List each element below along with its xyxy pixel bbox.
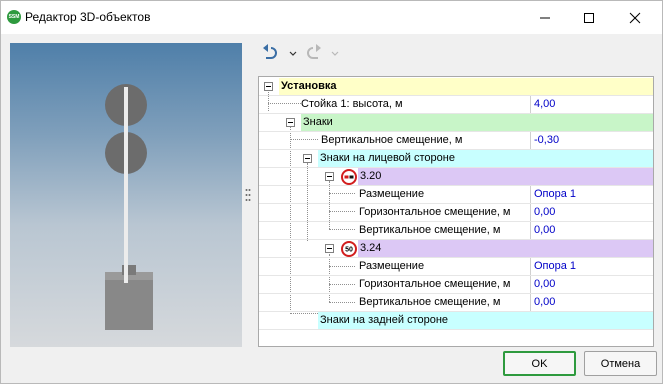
no-overtaking-sign-icon bbox=[341, 169, 357, 185]
minimize-button[interactable] bbox=[523, 1, 567, 34]
vertical-offset-value[interactable]: 0,00 bbox=[530, 222, 653, 239]
splitter-grip-icon[interactable] bbox=[245, 188, 251, 202]
row-label: Знаки bbox=[301, 114, 653, 131]
tree-row-horizontal-offset[interactable]: Горизонтальное смещение, м 0,00 bbox=[259, 204, 653, 222]
speed-limit-sign-icon: 50 bbox=[341, 241, 357, 257]
editor-window: SSM Редактор 3D-объектов Установка Стойк… bbox=[0, 0, 663, 384]
collapse-toggle-icon[interactable] bbox=[325, 244, 334, 253]
pole-height-value[interactable]: 4,00 bbox=[530, 96, 653, 113]
row-label: Вертикальное смещение, м bbox=[359, 224, 501, 236]
undo-icon[interactable] bbox=[263, 44, 277, 59]
toolbar bbox=[258, 41, 348, 67]
placement-value[interactable]: Опора 1 bbox=[530, 186, 653, 203]
collapse-toggle-icon[interactable] bbox=[264, 82, 273, 91]
row-label: Знаки на задней стороне bbox=[318, 312, 653, 329]
row-label: Размещение bbox=[359, 260, 425, 272]
title-bar: SSM Редактор 3D-объектов bbox=[1, 1, 662, 34]
minimize-icon bbox=[540, 17, 550, 18]
collapse-toggle-icon[interactable] bbox=[325, 172, 334, 181]
row-label: 3.24 bbox=[358, 240, 653, 257]
tree-row-vertical-offset[interactable]: Вертикальное смещение, м 0,00 bbox=[259, 294, 653, 312]
vertical-offset-value[interactable]: -0,30 bbox=[530, 132, 653, 149]
ok-button[interactable]: OK bbox=[503, 351, 576, 376]
tree-row-znaki[interactable]: Знаки bbox=[259, 114, 653, 132]
3d-preview-viewport[interactable] bbox=[10, 43, 242, 347]
row-label: Вертикальное смещение, м bbox=[359, 296, 501, 308]
tree-row-vertical-offset[interactable]: Вертикальное смещение, м 0,00 bbox=[259, 222, 653, 240]
tree-row-pole-height[interactable]: Стойка 1: высота, м 4,00 bbox=[259, 96, 653, 114]
pole-base bbox=[105, 272, 153, 330]
tree-row-front-signs[interactable]: Знаки на лицевой стороне bbox=[259, 150, 653, 168]
tree-row-vertical-offset[interactable]: Вертикальное смещение, м -0,30 bbox=[259, 132, 653, 150]
row-label: Стойка 1: высота, м bbox=[301, 98, 403, 110]
row-label: Размещение bbox=[359, 188, 425, 200]
speed-limit-value: 50 bbox=[345, 247, 353, 254]
collapse-toggle-icon[interactable] bbox=[286, 118, 295, 127]
close-button[interactable] bbox=[613, 1, 657, 34]
row-label: Горизонтальное смещение, м bbox=[359, 206, 511, 218]
app-logo-icon: SSM bbox=[7, 10, 21, 24]
undo-dropdown-chevron-icon[interactable] bbox=[289, 51, 297, 56]
property-tree[interactable]: Установка Стойка 1: высота, м 4,00 Знаки… bbox=[258, 76, 654, 347]
redo-icon[interactable] bbox=[307, 44, 321, 59]
horizontal-offset-value[interactable]: 0,00 bbox=[530, 204, 653, 221]
vertical-offset-value[interactable]: 0,00 bbox=[530, 294, 653, 311]
row-label: Установка bbox=[279, 78, 653, 95]
row-label: Горизонтальное смещение, м bbox=[359, 278, 511, 290]
pole-stand bbox=[124, 87, 128, 283]
row-label: 3.20 bbox=[358, 168, 653, 185]
tree-row-back-signs[interactable]: Знаки на задней стороне bbox=[259, 312, 653, 330]
tree-row-ustanovka[interactable]: Установка bbox=[259, 78, 653, 96]
tree-row-sign-3-20[interactable]: 3.20 bbox=[259, 168, 653, 186]
window-title: Редактор 3D-объектов bbox=[25, 10, 151, 24]
tree-row-placement[interactable]: Размещение Опора 1 bbox=[259, 186, 653, 204]
maximize-button[interactable] bbox=[567, 1, 611, 34]
horizontal-offset-value[interactable]: 0,00 bbox=[530, 276, 653, 293]
redo-dropdown-chevron-icon[interactable] bbox=[331, 51, 339, 56]
tree-row-placement[interactable]: Размещение Опора 1 bbox=[259, 258, 653, 276]
cancel-button[interactable]: Отмена bbox=[584, 351, 657, 376]
row-label: Знаки на лицевой стороне bbox=[318, 150, 653, 167]
sign-pole-model bbox=[105, 84, 153, 330]
row-label: Вертикальное смещение, м bbox=[321, 134, 463, 146]
collapse-toggle-icon[interactable] bbox=[303, 154, 312, 163]
close-icon bbox=[629, 12, 641, 23]
tree-row-sign-3-24[interactable]: 50 3.24 bbox=[259, 240, 653, 258]
placement-value[interactable]: Опора 1 bbox=[530, 258, 653, 275]
maximize-icon bbox=[584, 12, 594, 23]
tree-row-horizontal-offset[interactable]: Горизонтальное смещение, м 0,00 bbox=[259, 276, 653, 294]
